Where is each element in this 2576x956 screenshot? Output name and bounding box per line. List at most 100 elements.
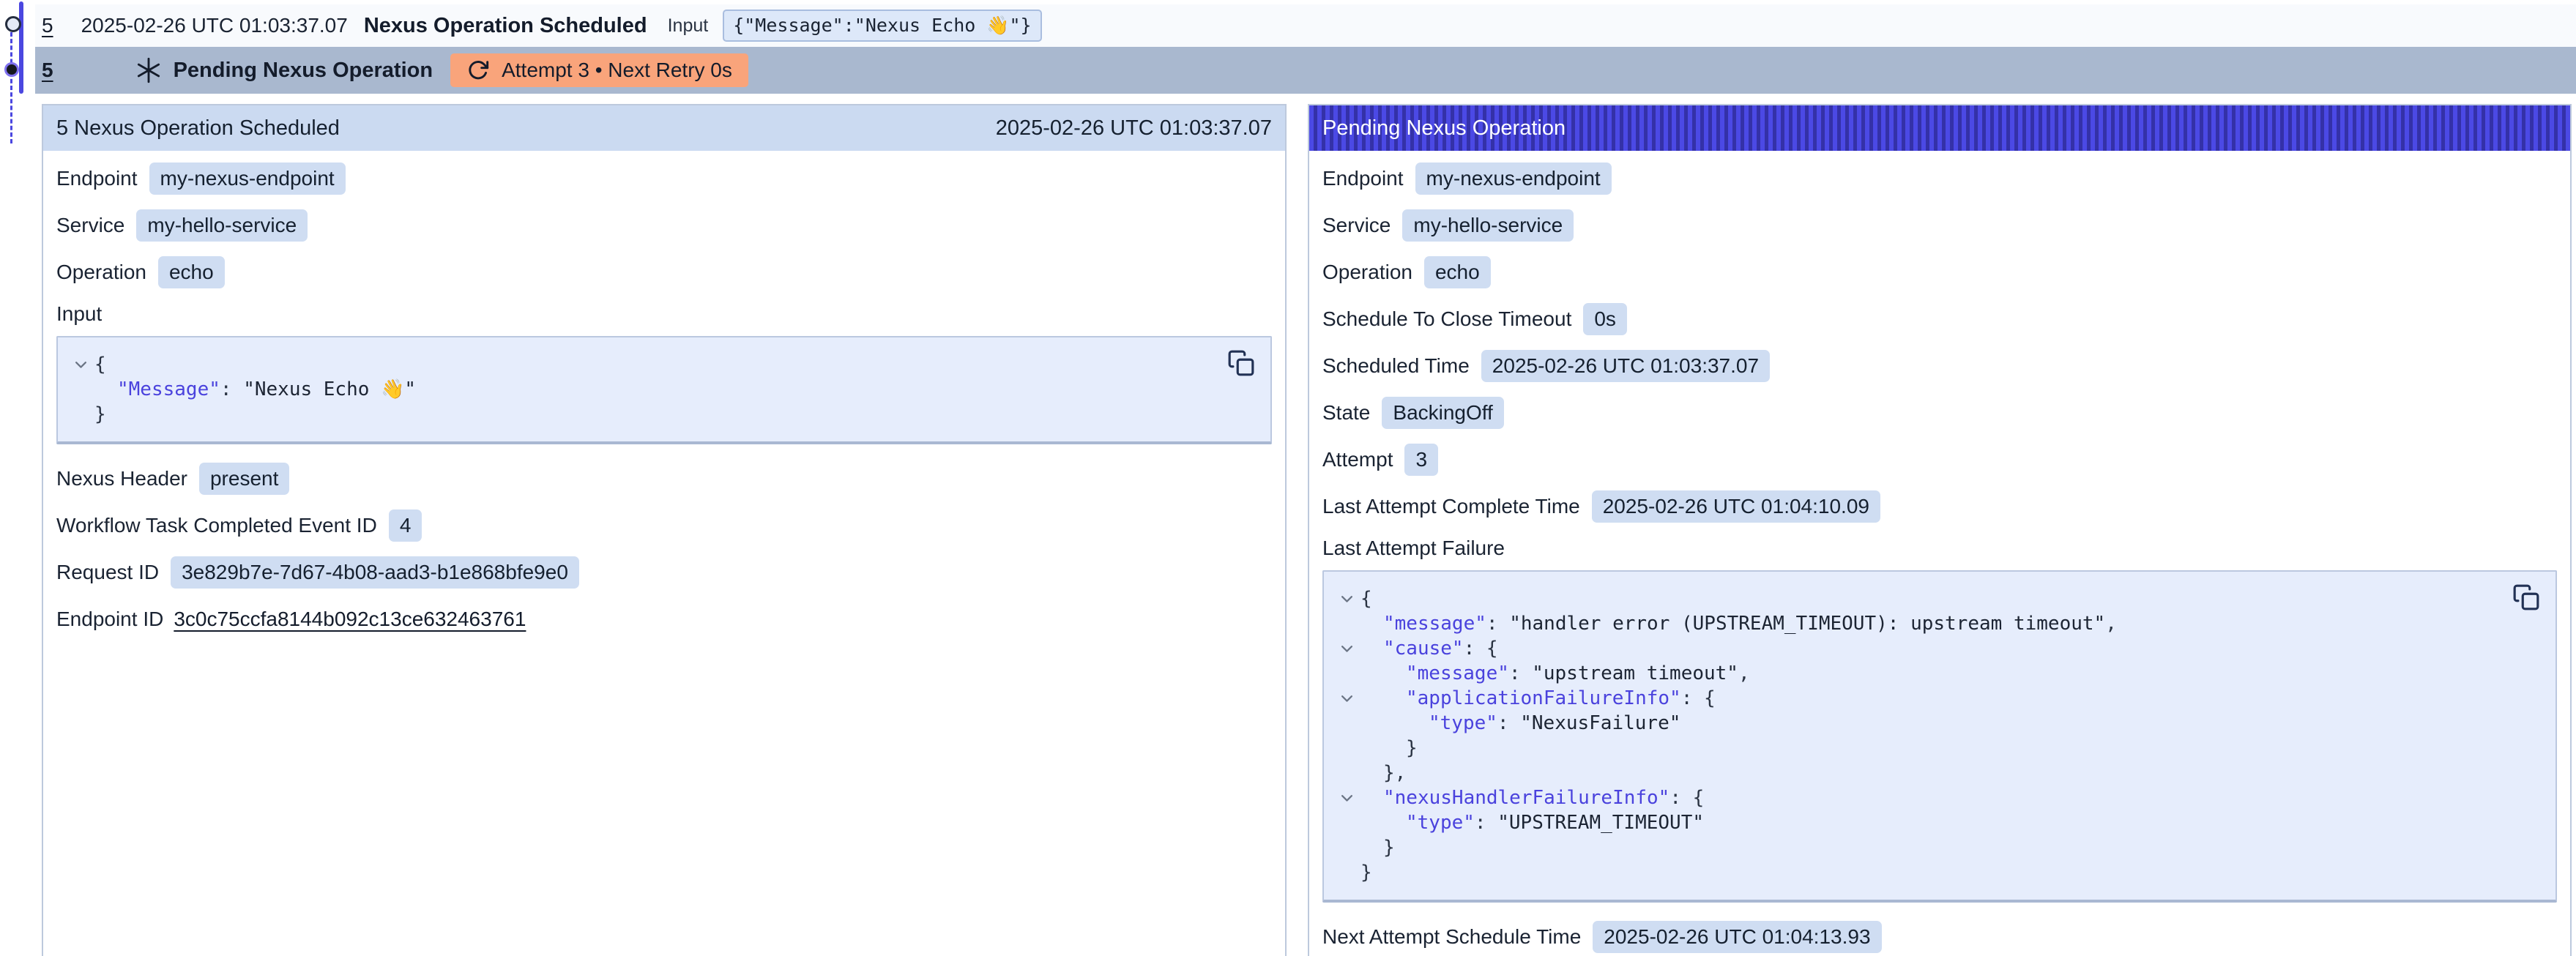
json-line-text: "message": "upstream timeout",	[1360, 662, 1750, 684]
json-line-text: "type": "NexusFailure"	[1360, 712, 1680, 734]
json-line: }	[67, 402, 1219, 427]
json-line: {	[67, 352, 1219, 377]
json-line-text: },	[1360, 762, 1406, 784]
field-value-chip: my-nexus-endpoint	[1415, 163, 1612, 195]
field-endpoint: Endpoint my-nexus-endpoint	[1322, 162, 2557, 195]
json-line-text: "message": "handler error (UPSTREAM_TIME…	[1360, 613, 2117, 635]
json-line: "message": "upstream timeout",	[1333, 661, 2504, 686]
json-line: "nexusHandlerFailureInfo": {	[1333, 785, 2504, 810]
panel-header-striped: Pending Nexus Operation	[1309, 105, 2570, 151]
event-id-link[interactable]: 5	[42, 14, 53, 37]
pending-operation-panel: Pending Nexus Operation Endpoint my-nexus…	[1308, 104, 2572, 956]
field-state: StateBackingOff	[1322, 396, 2557, 430]
json-line-text: "type": "UPSTREAM_TIMEOUT"	[1360, 812, 1704, 834]
chevron-down-icon[interactable]	[67, 360, 94, 369]
json-line: "cause": {	[1333, 636, 2504, 661]
json-line-text: }	[1360, 862, 1372, 884]
event-title: Nexus Operation Scheduled	[364, 14, 647, 38]
field-value-chip: 2025-02-26 UTC 01:04:13.93	[1593, 921, 1881, 953]
timeline-node-filled-icon	[4, 62, 19, 77]
json-line: }	[1333, 736, 2504, 761]
field-value-chip: 3	[1404, 444, 1438, 476]
event-row-scheduled[interactable]: 5 2025-02-26 UTC 01:03:37.07 Nexus Opera…	[35, 4, 2576, 47]
retry-icon	[466, 59, 490, 82]
field-value-chip: my-nexus-endpoint	[149, 163, 346, 195]
retry-badge-text: Attempt 3 • Next Retry 0s	[502, 59, 732, 82]
field-request-id: Request ID 3e829b7e-7d67-4b08-aad3-b1e868…	[56, 556, 1272, 589]
field-value-chip: 3e829b7e-7d67-4b08-aad3-b1e868bfe9e0	[171, 556, 579, 589]
event-row-pending[interactable]: 5 Pending Nexus Operation Attempt 3 • Ne…	[35, 47, 2576, 94]
json-line: },	[1333, 761, 2504, 785]
json-line: }	[1333, 835, 2504, 860]
json-line-text: "applicationFailureInfo": {	[1360, 687, 1716, 709]
field-label: Endpoint ID	[56, 608, 163, 631]
field-label: Operation	[1322, 261, 1412, 284]
field-value-chip: 4	[389, 509, 422, 542]
event-rows: 5 2025-02-26 UTC 01:03:37.07 Nexus Opera…	[35, 4, 2576, 94]
asterisk-pending-icon	[135, 57, 162, 83]
field-last-attempt-complete-time: Last Attempt Complete Time2025-02-26 UTC…	[1322, 490, 2557, 523]
field-label: Endpoint	[56, 167, 138, 190]
field-operation: Operationecho	[56, 255, 1272, 289]
field-service: Service my-hello-service	[56, 209, 1272, 242]
json-line-text: {	[94, 354, 106, 376]
json-line-text: "Message": "Nexus Echo 👋"	[94, 378, 416, 400]
field-label: Attempt	[1322, 448, 1393, 471]
field-label: Last Attempt Complete Time	[1322, 495, 1580, 518]
event-id-link[interactable]: 5	[42, 59, 53, 82]
field-label: Workflow Task Completed Event ID	[56, 514, 377, 537]
json-viewer-last-attempt-failure: {"message": "handler error (UPSTREAM_TIM…	[1322, 570, 2557, 903]
detail-panels: 5 Nexus Operation Scheduled 2025-02-26 U…	[42, 104, 2572, 956]
json-line-text: }	[1360, 837, 1395, 859]
json-line: "type": "NexusFailure"	[1333, 711, 2504, 736]
field-next-attempt-schedule-time: Next Attempt Schedule Time 2025-02-26 UTC…	[1322, 920, 2557, 954]
chevron-down-icon[interactable]	[1333, 594, 1360, 603]
field-label: Endpoint	[1322, 167, 1404, 190]
field-label: Nexus Header	[56, 467, 187, 490]
field-endpoint-id: Endpoint ID 3c0c75ccfa8144b092c13ce632463…	[56, 602, 1272, 636]
timeline-dashed-line	[10, 32, 12, 143]
input-value-chip: {"Message":"Nexus Echo 👋"}	[723, 10, 1041, 42]
timeline-active-bar	[19, 1, 23, 94]
field-label-input: Input	[56, 302, 1272, 326]
copy-button[interactable]	[2510, 582, 2542, 614]
chevron-down-icon[interactable]	[1333, 694, 1360, 703]
field-schedule-to-close-timeout: Schedule To Close Timeout0s	[1322, 302, 2557, 336]
copy-icon	[1227, 349, 1255, 379]
field-value-chip: echo	[158, 256, 225, 288]
field-label: Service	[56, 214, 124, 237]
json-line: "type": "UPSTREAM_TIMEOUT"	[1333, 810, 2504, 835]
json-line-text: "cause": {	[1360, 638, 1498, 660]
scheduled-event-panel: 5 Nexus Operation Scheduled 2025-02-26 U…	[42, 104, 1287, 956]
field-label: Next Attempt Schedule Time	[1322, 925, 1581, 949]
event-time: 2025-02-26 UTC 01:03:37.07	[81, 14, 348, 37]
json-line: }	[1333, 860, 2504, 885]
panel-title: 5 Nexus Operation Scheduled	[56, 116, 340, 141]
field-value-chip: my-hello-service	[136, 209, 308, 242]
json-viewer-input: {"Message": "Nexus Echo 👋"}	[56, 336, 1272, 444]
json-line: "message": "handler error (UPSTREAM_TIME…	[1333, 611, 2504, 636]
chevron-down-icon[interactable]	[1333, 793, 1360, 802]
input-label: Input	[668, 15, 709, 37]
field-value-chip: my-hello-service	[1402, 209, 1574, 242]
json-line: "Message": "Nexus Echo 👋"	[67, 377, 1219, 402]
chevron-down-icon[interactable]	[1333, 644, 1360, 653]
panel-fields: Endpoint my-nexus-endpoint Service my-hello…	[43, 151, 1285, 657]
event-history-detail: 5 2025-02-26 UTC 01:03:37.07 Nexus Opera…	[0, 0, 2576, 956]
endpoint-id-link[interactable]: 3c0c75ccfa8144b092c13ce632463761	[174, 608, 526, 631]
retry-status-badge: Attempt 3 • Next Retry 0s	[450, 53, 748, 87]
panel-fields: Endpoint my-nexus-endpoint Service my-hello…	[1309, 151, 2570, 956]
json-line-text: }	[94, 403, 106, 425]
field-value-chip: echo	[1424, 256, 1491, 288]
json-line-text: }	[1360, 737, 1418, 759]
field-value-chip: 2025-02-26 UTC 01:03:37.07	[1481, 350, 1770, 382]
json-line: {	[1333, 586, 2504, 611]
field-label: Request ID	[56, 561, 159, 584]
field-label: Service	[1322, 214, 1391, 237]
json-line: "applicationFailureInfo": {	[1333, 686, 2504, 711]
field-attempt: Attempt 3	[1322, 443, 2557, 477]
field-label: State	[1322, 401, 1370, 425]
copy-button[interactable]	[1225, 348, 1257, 380]
field-label: Scheduled Time	[1322, 354, 1470, 378]
copy-icon	[2512, 583, 2540, 613]
